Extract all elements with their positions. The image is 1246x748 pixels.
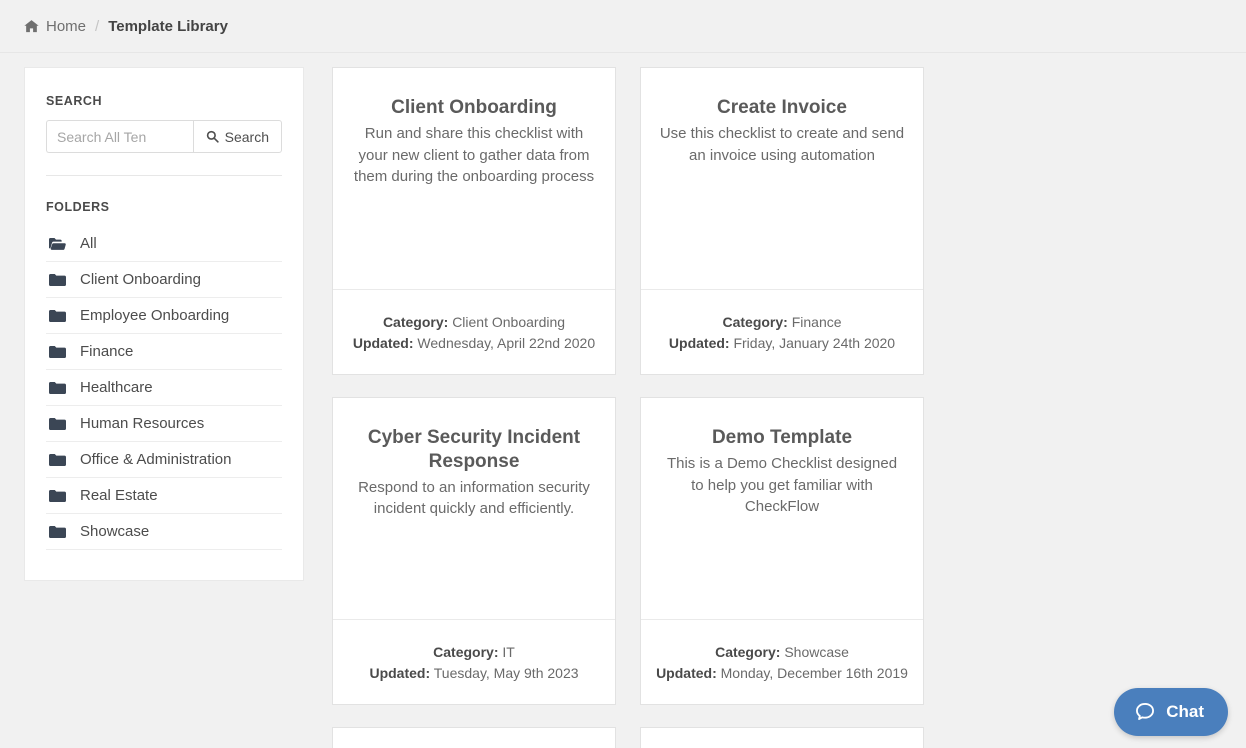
template-card-footer: Category: IT Updated: Tuesday, May 9th 2… xyxy=(333,619,615,704)
sidebar-item-label: Office & Administration xyxy=(80,451,232,468)
template-card-description: This is a Demo Checklist designed to hel… xyxy=(666,454,898,516)
template-card-body: Demo Template This is a Demo Checklist d… xyxy=(641,398,923,619)
sidebar-item-label: Healthcare xyxy=(80,379,153,396)
breadcrumb: Home / Template Library xyxy=(24,18,228,35)
sidebar-divider xyxy=(46,175,282,176)
home-icon xyxy=(24,19,39,34)
folder-icon xyxy=(48,489,67,503)
sidebar-item-label: Finance xyxy=(80,343,134,360)
folder-icon xyxy=(48,345,67,359)
updated-label: Updated: xyxy=(369,665,431,681)
sidebar-item-label: Human Resources xyxy=(80,415,205,432)
sidebar-item-label: Showcase xyxy=(80,523,150,540)
folder-icon xyxy=(48,417,67,431)
template-card[interactable]: Create Invoice Use this checklist to cre… xyxy=(640,67,924,375)
breadcrumb-current: Template Library xyxy=(108,17,228,35)
search-icon xyxy=(206,130,219,143)
folder-list: All Client Onboarding Employee Onboardin… xyxy=(46,226,282,550)
folder-icon xyxy=(48,381,67,395)
updated-value: Friday, January 24th 2020 xyxy=(733,335,896,351)
template-card[interactable]: Client Onboarding Run and share this che… xyxy=(332,67,616,375)
folders-heading: FOLDERS xyxy=(46,200,110,214)
search-input[interactable] xyxy=(46,120,193,153)
breadcrumb-separator: / xyxy=(95,17,100,35)
template-card-description: Use this checklist to create and send an… xyxy=(659,124,905,164)
sidebar-item-label: All xyxy=(80,235,97,252)
template-card-category-row: Category: Client Onboarding xyxy=(347,312,601,333)
category-label: Category: xyxy=(382,314,449,330)
category-label: Category: xyxy=(715,644,781,660)
sidebar-item-human-resources[interactable]: Human Resources xyxy=(46,406,282,442)
updated-value: Wednesday, April 22nd 2020 xyxy=(417,335,596,351)
template-card[interactable] xyxy=(640,727,924,748)
template-card-title: Demo Template xyxy=(711,427,853,448)
sidebar-item-healthcare[interactable]: Healthcare xyxy=(46,370,282,406)
folder-icon xyxy=(48,453,67,467)
template-card[interactable]: Demo Template This is a Demo Checklist d… xyxy=(640,397,924,705)
folder-open-icon xyxy=(48,237,67,251)
sidebar-item-real-estate[interactable]: Real Estate xyxy=(46,478,282,514)
sidebar-item-client-onboarding[interactable]: Client Onboarding xyxy=(46,262,282,298)
category-value: Finance xyxy=(791,314,842,330)
search-button-label: Search xyxy=(224,128,269,145)
template-card-footer: Category: Showcase Updated: Monday, Dece… xyxy=(641,619,923,704)
sidebar-item-finance[interactable]: Finance xyxy=(46,334,282,370)
sidebar-item-label: Client Onboarding xyxy=(80,271,201,288)
search-button[interactable]: Search xyxy=(192,120,282,153)
template-card-updated-row: Updated: Tuesday, May 9th 2023 xyxy=(347,663,601,684)
updated-value: Tuesday, May 9th 2023 xyxy=(433,665,579,681)
category-label: Category: xyxy=(722,314,788,330)
template-card-category-row: Category: IT xyxy=(347,642,601,663)
sidebar-item-label: Real Estate xyxy=(80,487,158,504)
template-card-description: Respond to an information security incid… xyxy=(358,478,590,518)
chat-button[interactable]: Chat xyxy=(1114,688,1228,736)
category-value: Client Onboarding xyxy=(452,314,566,330)
updated-value: Monday, December 16th 2019 xyxy=(720,665,908,681)
sidebar-item-office-administration[interactable]: Office & Administration xyxy=(46,442,282,478)
template-card[interactable] xyxy=(332,727,616,748)
updated-label: Updated: xyxy=(668,335,730,351)
search-row: Search xyxy=(46,120,282,153)
template-card-title: Client Onboarding xyxy=(391,97,557,118)
template-card-footer: Category: Client Onboarding Updated: Wed… xyxy=(333,289,615,374)
template-card-body: Create Invoice Use this checklist to cre… xyxy=(641,68,923,289)
category-label: Category: xyxy=(433,644,499,660)
template-card-category-row: Category: Showcase xyxy=(655,642,909,663)
template-card-category-row: Category: Finance xyxy=(655,312,909,333)
folder-icon xyxy=(48,309,67,323)
template-card-body: Client Onboarding Run and share this che… xyxy=(333,68,615,289)
folder-icon xyxy=(48,273,67,287)
template-card-grid: Client Onboarding Run and share this che… xyxy=(332,67,932,748)
chat-bubble-icon xyxy=(1134,701,1156,723)
updated-label: Updated: xyxy=(352,335,414,351)
sidebar-item-employee-onboarding[interactable]: Employee Onboarding xyxy=(46,298,282,334)
sidebar-item-label: Employee Onboarding xyxy=(80,307,230,324)
template-card[interactable]: Cyber Security Incident Response Respond… xyxy=(332,397,616,705)
template-card-title: Cyber Security Incident Response xyxy=(367,427,581,472)
template-card-description: Run and share this checklist with your n… xyxy=(353,124,595,186)
template-card-title: Create Invoice xyxy=(717,97,847,118)
page-body: SEARCH Search FOLDERS xyxy=(0,53,1246,748)
folder-icon xyxy=(48,525,67,539)
sidebar: SEARCH Search FOLDERS xyxy=(24,67,304,581)
template-card-body: Cyber Security Incident Response Respond… xyxy=(333,398,615,619)
template-card-updated-row: Updated: Friday, January 24th 2020 xyxy=(655,333,909,354)
sidebar-item-showcase[interactable]: Showcase xyxy=(46,514,282,550)
template-card-updated-row: Updated: Wednesday, April 22nd 2020 xyxy=(347,333,601,354)
chat-button-label: Chat xyxy=(1166,702,1204,721)
updated-label: Updated: xyxy=(656,665,717,681)
breadcrumb-bar: Home / Template Library xyxy=(0,0,1246,53)
template-card-footer: Category: Finance Updated: Friday, Janua… xyxy=(641,289,923,374)
category-value: IT xyxy=(502,644,515,660)
breadcrumb-home-link[interactable]: Home xyxy=(46,18,86,35)
sidebar-item-all[interactable]: All xyxy=(46,226,282,262)
category-value: Showcase xyxy=(784,644,849,660)
search-heading: SEARCH xyxy=(46,94,103,108)
template-card-updated-row: Updated: Monday, December 16th 2019 xyxy=(655,663,909,684)
